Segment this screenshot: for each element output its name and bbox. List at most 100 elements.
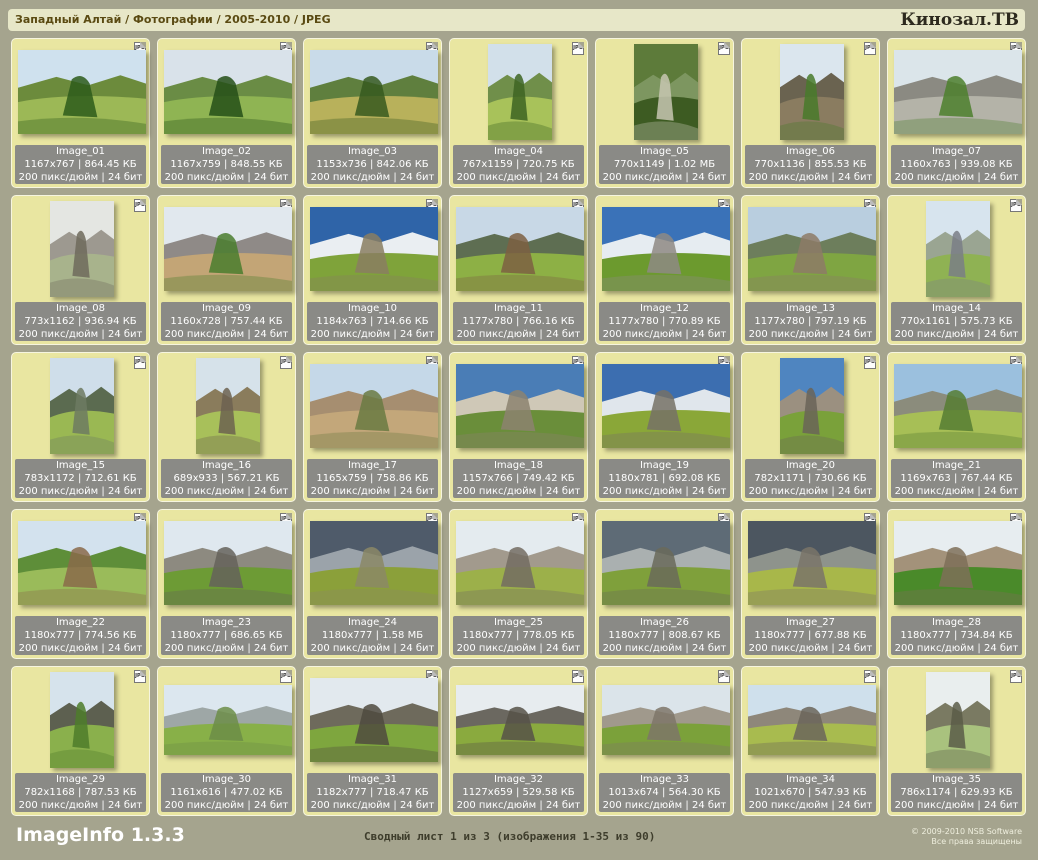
thumbnail-tile[interactable]: JPG Image_08 773x1162 | 936.94 КБ 200 пикс/… xyxy=(11,195,150,345)
image-resolution: 200 пикс/дюйм | 24 бит xyxy=(894,800,1019,811)
thumbnail-tile[interactable]: JPG Image_16 689x933 | 567.21 КБ 200 пикс/д… xyxy=(157,352,296,502)
thumbnail-tile[interactable]: JPG Image_21 1169x763 | 767.44 КБ 200 пикс/… xyxy=(887,352,1026,502)
thumbnail-tile[interactable]: JPG Image_02 1167x759 | 848.55 КБ 200 пикс/… xyxy=(157,38,296,188)
thumbnail-tile[interactable]: JPG Image_11 1177x780 | 766.16 КБ 200 пикс/… xyxy=(449,195,588,345)
thumbnail-tile[interactable]: JPG Image_31 1182x777 | 718.47 КБ 200 пикс/… xyxy=(303,666,442,816)
photo-thumbnail[interactable] xyxy=(633,44,698,140)
thumbnail-tile[interactable]: JPG Image_20 782x1171 | 730.66 КБ 200 пикс/… xyxy=(741,352,880,502)
thumbnail-tile[interactable]: JPG Image_09 1160x728 | 757.44 КБ 200 пикс/… xyxy=(157,195,296,345)
thumbnail-tile[interactable]: JPG Image_18 1157x766 | 749.42 КБ 200 пикс/… xyxy=(449,352,588,502)
photo-thumbnail[interactable] xyxy=(17,50,146,134)
thumbnail-tile[interactable]: JPG Image_28 1180x777 | 734.84 КБ 200 пикс/… xyxy=(887,509,1026,659)
photo-thumbnail[interactable] xyxy=(309,50,438,134)
thumbnail-tile[interactable]: JPG Image_24 1180x777 | 1.58 МБ 200 пикс/дю… xyxy=(303,509,442,659)
thumbnail-frame xyxy=(158,196,297,302)
separator: | xyxy=(372,630,383,641)
thumbnail-tile[interactable]: JPG Image_30 1161x616 | 477.02 КБ 200 пикс/… xyxy=(157,666,296,816)
image-dimensions: 786x1174 xyxy=(900,787,951,798)
photo-thumbnail[interactable] xyxy=(49,672,114,768)
photo-thumbnail[interactable] xyxy=(163,521,292,605)
image-info-panel: Image_34 1021x670 | 547.93 КБ 200 пикс/дюй… xyxy=(745,773,876,812)
image-name: Image_02 xyxy=(201,146,252,157)
photo-thumbnail[interactable] xyxy=(925,201,990,297)
photo-thumbnail[interactable] xyxy=(601,364,730,448)
thumbnail-tile[interactable]: JPG Image_34 1021x670 | 547.93 КБ 200 пикс/… xyxy=(741,666,880,816)
photo-thumbnail[interactable] xyxy=(601,521,730,605)
thumbnail-tile[interactable]: JPG Image_19 1180x781 | 692.08 КБ 200 пикс/… xyxy=(595,352,734,502)
image-name: Image_14 xyxy=(931,303,982,314)
photo-thumbnail[interactable] xyxy=(309,678,438,762)
thumbnail-tile[interactable]: JPG Image_04 767x1159 | 720.75 КБ 200 пикс/… xyxy=(449,38,588,188)
thumbnail-tile[interactable]: JPG Image_35 786x1174 | 629.93 КБ 200 пикс/… xyxy=(887,666,1026,816)
photo-thumbnail[interactable] xyxy=(747,207,876,291)
thumbnail-tile[interactable]: JPG Image_12 1177x780 | 770.89 КБ 200 пикс/… xyxy=(595,195,734,345)
image-dimensions-size: 1169x763 | 767.44 КБ xyxy=(891,472,1022,485)
thumbnail-frame xyxy=(158,353,297,459)
photo-thumbnail[interactable] xyxy=(747,521,876,605)
image-dimensions: 1182x777 xyxy=(316,787,367,798)
thumbnail-tile[interactable]: JPG Image_29 782x1168 | 787.53 КБ 200 пикс/… xyxy=(11,666,150,816)
photo-thumbnail[interactable] xyxy=(747,685,876,755)
photo-thumbnail[interactable] xyxy=(893,50,1022,134)
photo-thumbnail[interactable] xyxy=(163,50,292,134)
photo-thumbnail[interactable] xyxy=(779,44,844,140)
photo-thumbnail[interactable] xyxy=(601,685,730,755)
thumbnail-tile[interactable]: JPG Image_15 783x1172 | 712.61 КБ 200 пикс/… xyxy=(11,352,150,502)
image-info-panel: Image_14 770x1161 | 575.73 КБ 200 пикс/дюй… xyxy=(891,302,1022,341)
image-resolution: 200 пикс/дюйм | 24 бит xyxy=(748,643,873,654)
photo-thumbnail[interactable] xyxy=(163,685,292,755)
photo-thumbnail[interactable] xyxy=(309,207,438,291)
thumbnail-tile[interactable]: JPG Image_25 1180x777 | 778.05 КБ 200 пикс/… xyxy=(449,509,588,659)
thumbnail-tile[interactable]: JPG Image_33 1013x674 | 564.30 КБ 200 пикс/… xyxy=(595,666,734,816)
thumbnail-tile[interactable]: JPG Image_26 1180x777 | 808.67 КБ 200 пикс/… xyxy=(595,509,734,659)
thumbnail-tile[interactable]: JPG Image_06 770x1136 | 855.53 КБ 200 пикс/… xyxy=(741,38,880,188)
image-info-panel: Image_13 1177x780 | 797.19 КБ 200 пикс/дюй… xyxy=(745,302,876,341)
separator: | xyxy=(804,316,815,327)
image-resolution: 200 пикс/дюйм | 24 бит xyxy=(748,486,873,497)
photo-thumbnail[interactable] xyxy=(487,44,552,140)
image-resolution: 200 пикс/дюйм | 24 бит xyxy=(456,486,581,497)
thumbnail-tile[interactable]: JPG Image_22 1180x777 | 774.56 КБ 200 пикс/… xyxy=(11,509,150,659)
photo-thumbnail[interactable] xyxy=(601,207,730,291)
photo-thumbnail[interactable] xyxy=(893,521,1022,605)
image-info-panel: Image_18 1157x766 | 749.42 КБ 200 пикс/дюй… xyxy=(453,459,584,498)
photo-thumbnail[interactable] xyxy=(455,207,584,291)
thumbnail-tile[interactable]: JPG Image_27 1180x777 | 677.88 КБ 200 пикс/… xyxy=(741,509,880,659)
photo-thumbnail[interactable] xyxy=(163,207,292,291)
photo-thumbnail[interactable] xyxy=(779,358,844,454)
image-name: Image_34 xyxy=(785,774,836,785)
separator: | xyxy=(512,630,523,641)
photo-thumbnail[interactable] xyxy=(309,521,438,605)
image-resolution: 200 пикс/дюйм | 24 бит xyxy=(310,486,435,497)
thumbnail-tile[interactable]: JPG Image_17 1165x759 | 758.86 КБ 200 пикс/… xyxy=(303,352,442,502)
photo-thumbnail[interactable] xyxy=(49,201,114,297)
photo-thumbnail[interactable] xyxy=(195,358,260,454)
thumbnail-tile[interactable]: JPG Image_32 1127x659 | 529.58 КБ 200 пикс/… xyxy=(449,666,588,816)
photo-thumbnail[interactable] xyxy=(893,364,1022,448)
photo-thumbnail[interactable] xyxy=(925,672,990,768)
image-file-size: 848.55 КБ xyxy=(230,159,283,170)
photo-thumbnail[interactable] xyxy=(455,364,584,448)
image-resolution: 200 пикс/дюйм | 24 бит xyxy=(894,329,1019,340)
thumbnail-tile[interactable]: JPG Image_07 1160x763 | 939.08 КБ 200 пикс/… xyxy=(887,38,1026,188)
thumbnail-tile[interactable]: JPG Image_14 770x1161 | 575.73 КБ 200 пикс/… xyxy=(887,195,1026,345)
thumbnail-frame xyxy=(596,353,735,459)
thumbnail-tile[interactable]: JPG Image_03 1153x736 | 842.06 КБ 200 пикс/… xyxy=(303,38,442,188)
photo-thumbnail[interactable] xyxy=(455,685,584,755)
photo-thumbnail[interactable] xyxy=(455,521,584,605)
image-dimensions: 782x1168 xyxy=(24,787,75,798)
image-name: Image_16 xyxy=(201,460,252,471)
thumbnail-tile[interactable]: JPG Image_10 1184x763 | 714.66 КБ 200 пикс/… xyxy=(303,195,442,345)
thumbnail-frame xyxy=(450,39,589,145)
photo-thumbnail[interactable] xyxy=(309,364,438,448)
thumbnail-tile[interactable]: JPG Image_01 1167x767 | 864.45 КБ 200 пикс/… xyxy=(11,38,150,188)
photo-thumbnail[interactable] xyxy=(17,521,146,605)
separator: | xyxy=(804,473,815,484)
photo-thumbnail[interactable] xyxy=(49,358,114,454)
thumbnail-frame xyxy=(742,39,881,145)
thumbnail-tile[interactable]: JPG Image_23 1180x777 | 686.65 КБ 200 пикс/… xyxy=(157,509,296,659)
image-dimensions-size: 1153x736 | 842.06 КБ xyxy=(307,158,438,171)
thumbnail-tile[interactable]: JPG Image_13 1177x780 | 797.19 КБ 200 пикс/… xyxy=(741,195,880,345)
image-dimensions: 1180x777 xyxy=(321,630,373,641)
thumbnail-tile[interactable]: JPG Image_05 770x1149 | 1.02 МБ 200 пикс/дю… xyxy=(595,38,734,188)
